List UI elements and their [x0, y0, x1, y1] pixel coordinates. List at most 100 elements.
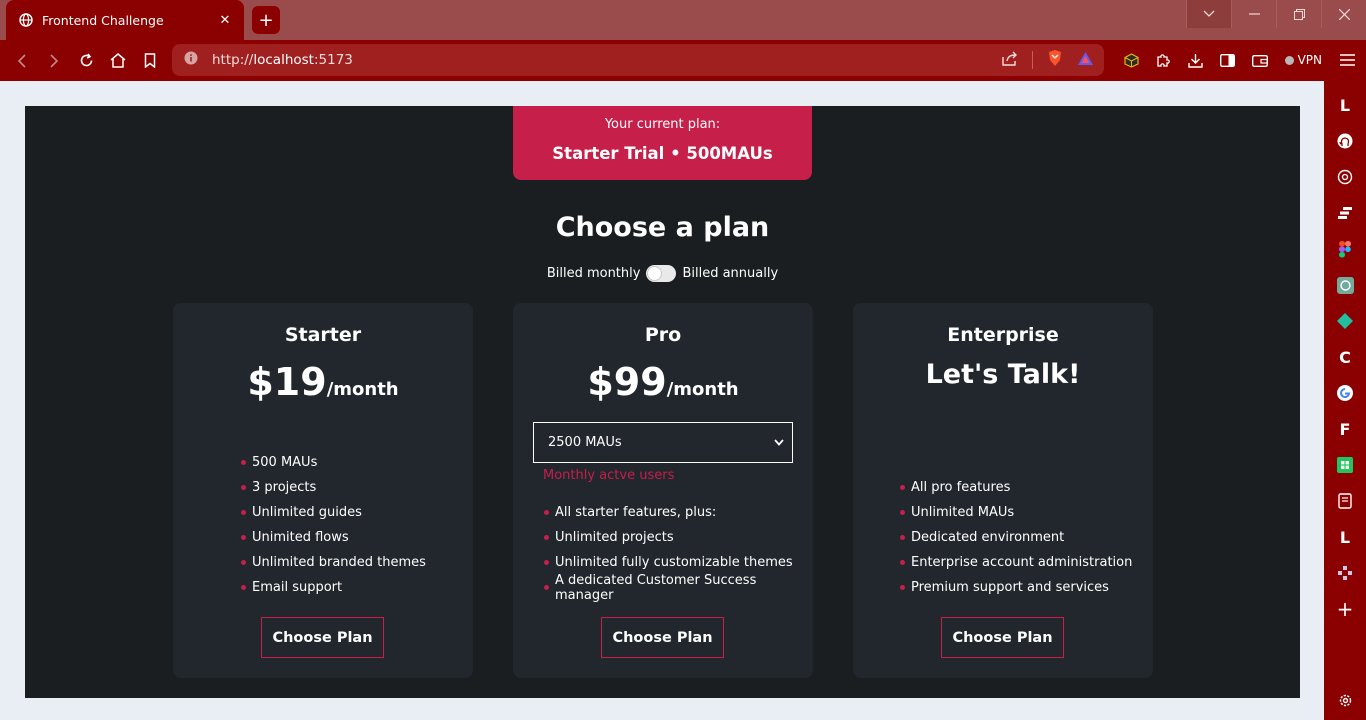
window-controls — [1186, 0, 1366, 28]
billed-monthly-label: Billed monthly — [546, 266, 641, 281]
toggle-knob — [648, 267, 662, 280]
vpn-status-icon — [1284, 55, 1294, 65]
address-bar-actions — [1002, 49, 1094, 71]
feature-item: Unlimited projects — [544, 525, 813, 550]
feature-list: All pro features Unlimited MAUs Dedicate… — [900, 475, 1132, 600]
feature-item: Unlimited fully customizable themes — [544, 550, 813, 575]
plan-name: Pro — [644, 324, 682, 346]
browser-tab[interactable]: Frontend Challenge ✕ — [6, 0, 244, 40]
toolbar-extensions: VPN — [1119, 44, 1360, 76]
mau-selected-value: 2500 MAUs — [548, 435, 622, 450]
feature-item: Unlimited MAUs — [900, 500, 1132, 525]
feature-list: 500 MAUs 3 projects Unlimited guides Uni… — [241, 450, 426, 600]
window-titlebar: Frontend Challenge ✕ + — [0, 0, 1366, 40]
site-info-icon[interactable] — [184, 51, 198, 69]
extensions-puzzle-icon[interactable] — [1151, 47, 1177, 73]
plan-name: Enterprise — [947, 324, 1059, 346]
globe-icon — [18, 12, 34, 28]
feature-item: Unimited flows — [241, 525, 426, 550]
price-period: /month — [666, 379, 739, 400]
new-tab-button[interactable]: + — [252, 6, 280, 34]
page-title: Choose a plan — [555, 212, 770, 243]
feature-item: All pro features — [900, 475, 1132, 500]
figma-icon[interactable] — [1331, 235, 1359, 263]
letter-l-icon[interactable]: L — [1331, 523, 1359, 551]
feature-item: A dedicated Customer Success manager — [544, 573, 813, 603]
tab-title: Frontend Challenge — [42, 12, 164, 28]
choose-plan-button-enterprise[interactable]: Choose Plan — [941, 617, 1064, 658]
url-host: localhost — [253, 52, 314, 68]
github-icon[interactable] — [1331, 127, 1359, 155]
pricing-page: Your current plan: Starter Trial • 500MA… — [25, 106, 1300, 698]
chevron-down-icon — [774, 435, 784, 450]
chatgpt-icon[interactable] — [1331, 271, 1359, 299]
current-plan-banner: Your current plan: Starter Trial • 500MA… — [513, 106, 812, 180]
sheets-icon[interactable] — [1331, 451, 1359, 479]
billing-toggle-row: Billed monthly Billed annually — [25, 265, 1300, 282]
plan-price: $19/month — [173, 360, 473, 404]
address-divider — [1032, 51, 1033, 69]
puzzle-icon[interactable] — [1331, 559, 1359, 587]
close-tab-icon[interactable]: ✕ — [216, 11, 234, 29]
current-plan-label: Your current plan: — [604, 117, 721, 132]
wallet-icon[interactable] — [1247, 47, 1273, 73]
letter-f-icon[interactable]: F — [1331, 415, 1359, 443]
settings-icon[interactable] — [1331, 686, 1359, 714]
reload-icon[interactable] — [70, 45, 102, 77]
brave-shield-icon[interactable] — [1047, 49, 1063, 71]
mau-select[interactable]: 2500 MAUs — [533, 422, 793, 463]
brave-rewards-icon[interactable] — [1077, 51, 1094, 70]
url-port: :5173 — [313, 52, 353, 68]
share-icon[interactable] — [1002, 51, 1018, 70]
plan-tagline: Let's Talk! — [925, 359, 1081, 390]
diamond-icon[interactable] — [1331, 307, 1359, 335]
bookmark-icon[interactable] — [134, 45, 166, 77]
url-scheme: http:// — [212, 52, 254, 68]
feature-item: Unlimited branded themes — [241, 550, 426, 575]
minimize-icon[interactable] — [1231, 0, 1276, 28]
price-period: /month — [326, 379, 399, 400]
sidebar-panel: L C F L + — [1324, 81, 1366, 720]
stack-icon[interactable] — [1331, 199, 1359, 227]
feature-item: 3 projects — [241, 475, 426, 500]
plan-card-enterprise: Enterprise Let's Talk! All pro features … — [853, 303, 1153, 678]
billed-annually-label: Billed annually — [682, 266, 779, 281]
browser-toolbar: http://localhost:5173 VPN — [0, 40, 1366, 81]
feature-item: All starter features, plus: — [544, 500, 813, 525]
feature-item: Dedicated environment — [900, 525, 1132, 550]
address-bar[interactable]: http://localhost:5173 — [172, 44, 1104, 76]
vpn-label: VPN — [1297, 53, 1322, 67]
back-icon[interactable] — [6, 45, 38, 77]
openai-icon[interactable] — [1331, 163, 1359, 191]
home-icon[interactable] — [102, 45, 134, 77]
choose-plan-button-pro[interactable]: Choose Plan — [601, 617, 724, 658]
forward-icon[interactable] — [38, 45, 70, 77]
download-icon[interactable] — [1183, 47, 1209, 73]
menu-icon[interactable] — [1334, 47, 1360, 73]
billing-toggle[interactable] — [646, 265, 677, 282]
feature-item: Premium support and services — [900, 575, 1132, 600]
add-icon[interactable]: + — [1331, 595, 1359, 623]
url-text: http://localhost:5173 — [212, 52, 1002, 68]
vpn-button[interactable]: VPN — [1279, 53, 1328, 67]
sidebar-toggle-icon[interactable] — [1215, 47, 1241, 73]
feature-item: Enterprise account administration — [900, 550, 1132, 575]
mau-help-text: Monthly actve users — [543, 468, 675, 483]
close-window-icon[interactable] — [1321, 0, 1366, 28]
letter-l-icon[interactable]: L — [1331, 91, 1359, 119]
feature-item: 500 MAUs — [241, 450, 426, 475]
notebook-icon[interactable] — [1331, 487, 1359, 515]
tab-search-icon[interactable] — [1186, 0, 1231, 28]
letter-c-icon[interactable]: C — [1331, 343, 1359, 371]
choose-plan-button-starter[interactable]: Choose Plan — [261, 617, 384, 658]
plan-name: Starter — [284, 324, 362, 346]
plan-card-pro: Pro $99/month 2500 MAUs Monthly actve us… — [513, 303, 813, 678]
feature-list: All starter features, plus: Unlimited pr… — [544, 500, 813, 603]
plan-price: $99/month — [513, 360, 813, 404]
plan-card-starter: Starter $19/month 500 MAUs 3 projects Un… — [173, 303, 473, 678]
feature-item: Unlimited guides — [241, 500, 426, 525]
cube-extension-icon[interactable] — [1119, 47, 1145, 73]
restore-icon[interactable] — [1276, 0, 1321, 28]
current-plan-value: Starter Trial • 500MAUs — [552, 144, 773, 163]
google-icon[interactable] — [1331, 379, 1359, 407]
